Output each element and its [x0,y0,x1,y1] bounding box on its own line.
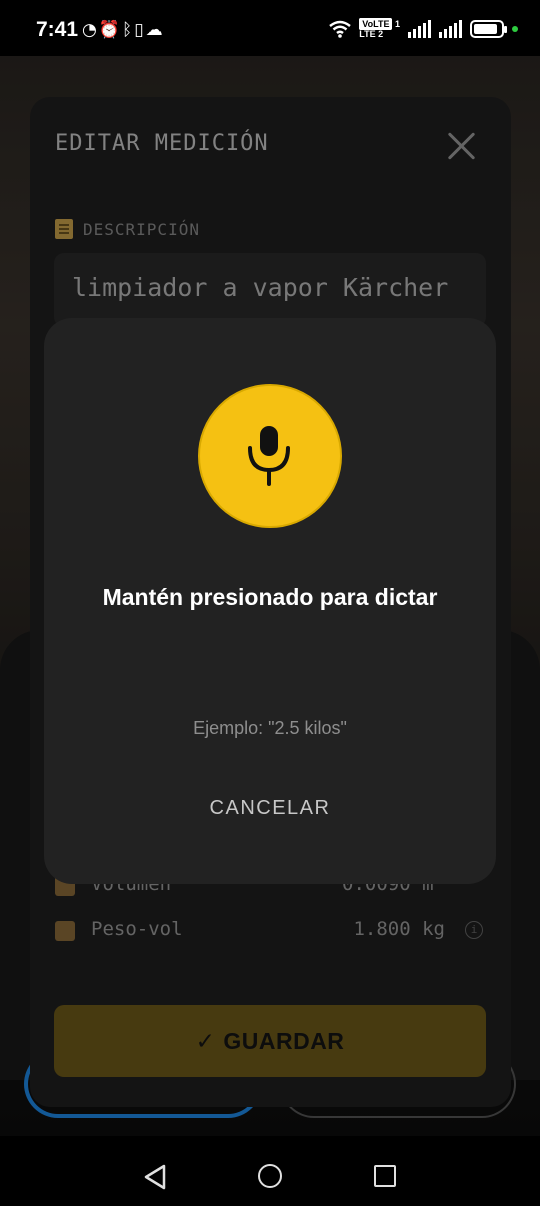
vibrate-icon: ▯ [134,20,146,40]
clock: 7:41 [36,18,79,41]
network-badge: VoLTE 1 LTE 2 [359,18,400,39]
cloud-icon: ☁ [145,20,165,40]
system-icons: VoLTE 1 LTE 2 [329,14,518,44]
recents-icon[interactable] [374,1165,396,1187]
privacy-indicator-dot [512,26,518,32]
voice-dictation-dialog: Mantén presionado para dictar Ejemplo: "… [44,318,496,884]
speed-icon: ◔ [82,20,99,40]
lte-label: LTE 2 [359,29,384,39]
microphone-button[interactable] [198,384,342,528]
battery-icon [470,20,507,38]
voice-dialog-hint: Ejemplo: "2.5 kilos" [193,718,347,738]
microphone-icon [248,426,290,486]
notification-icons: ◔⏰ᛒ▯☁ [82,20,165,40]
status-bar: 7:41 ◔⏰ᛒ▯☁ VoLTE 1 LTE 2 [0,0,540,56]
wifi-icon [329,20,352,38]
sim-number: 1 [394,19,400,29]
home-icon[interactable] [258,1164,282,1188]
voice-dialog-title: Mantén presionado para dictar [102,584,438,610]
navigation-bar [0,1136,540,1206]
signal-strength-icon [408,20,431,38]
alarm-icon: ⏰ [98,20,123,40]
cancel-button[interactable]: CANCELAR [170,784,370,832]
bluetooth-icon: ᛒ [122,20,135,40]
back-icon[interactable] [143,1164,167,1190]
signal-strength-icon [439,20,462,38]
